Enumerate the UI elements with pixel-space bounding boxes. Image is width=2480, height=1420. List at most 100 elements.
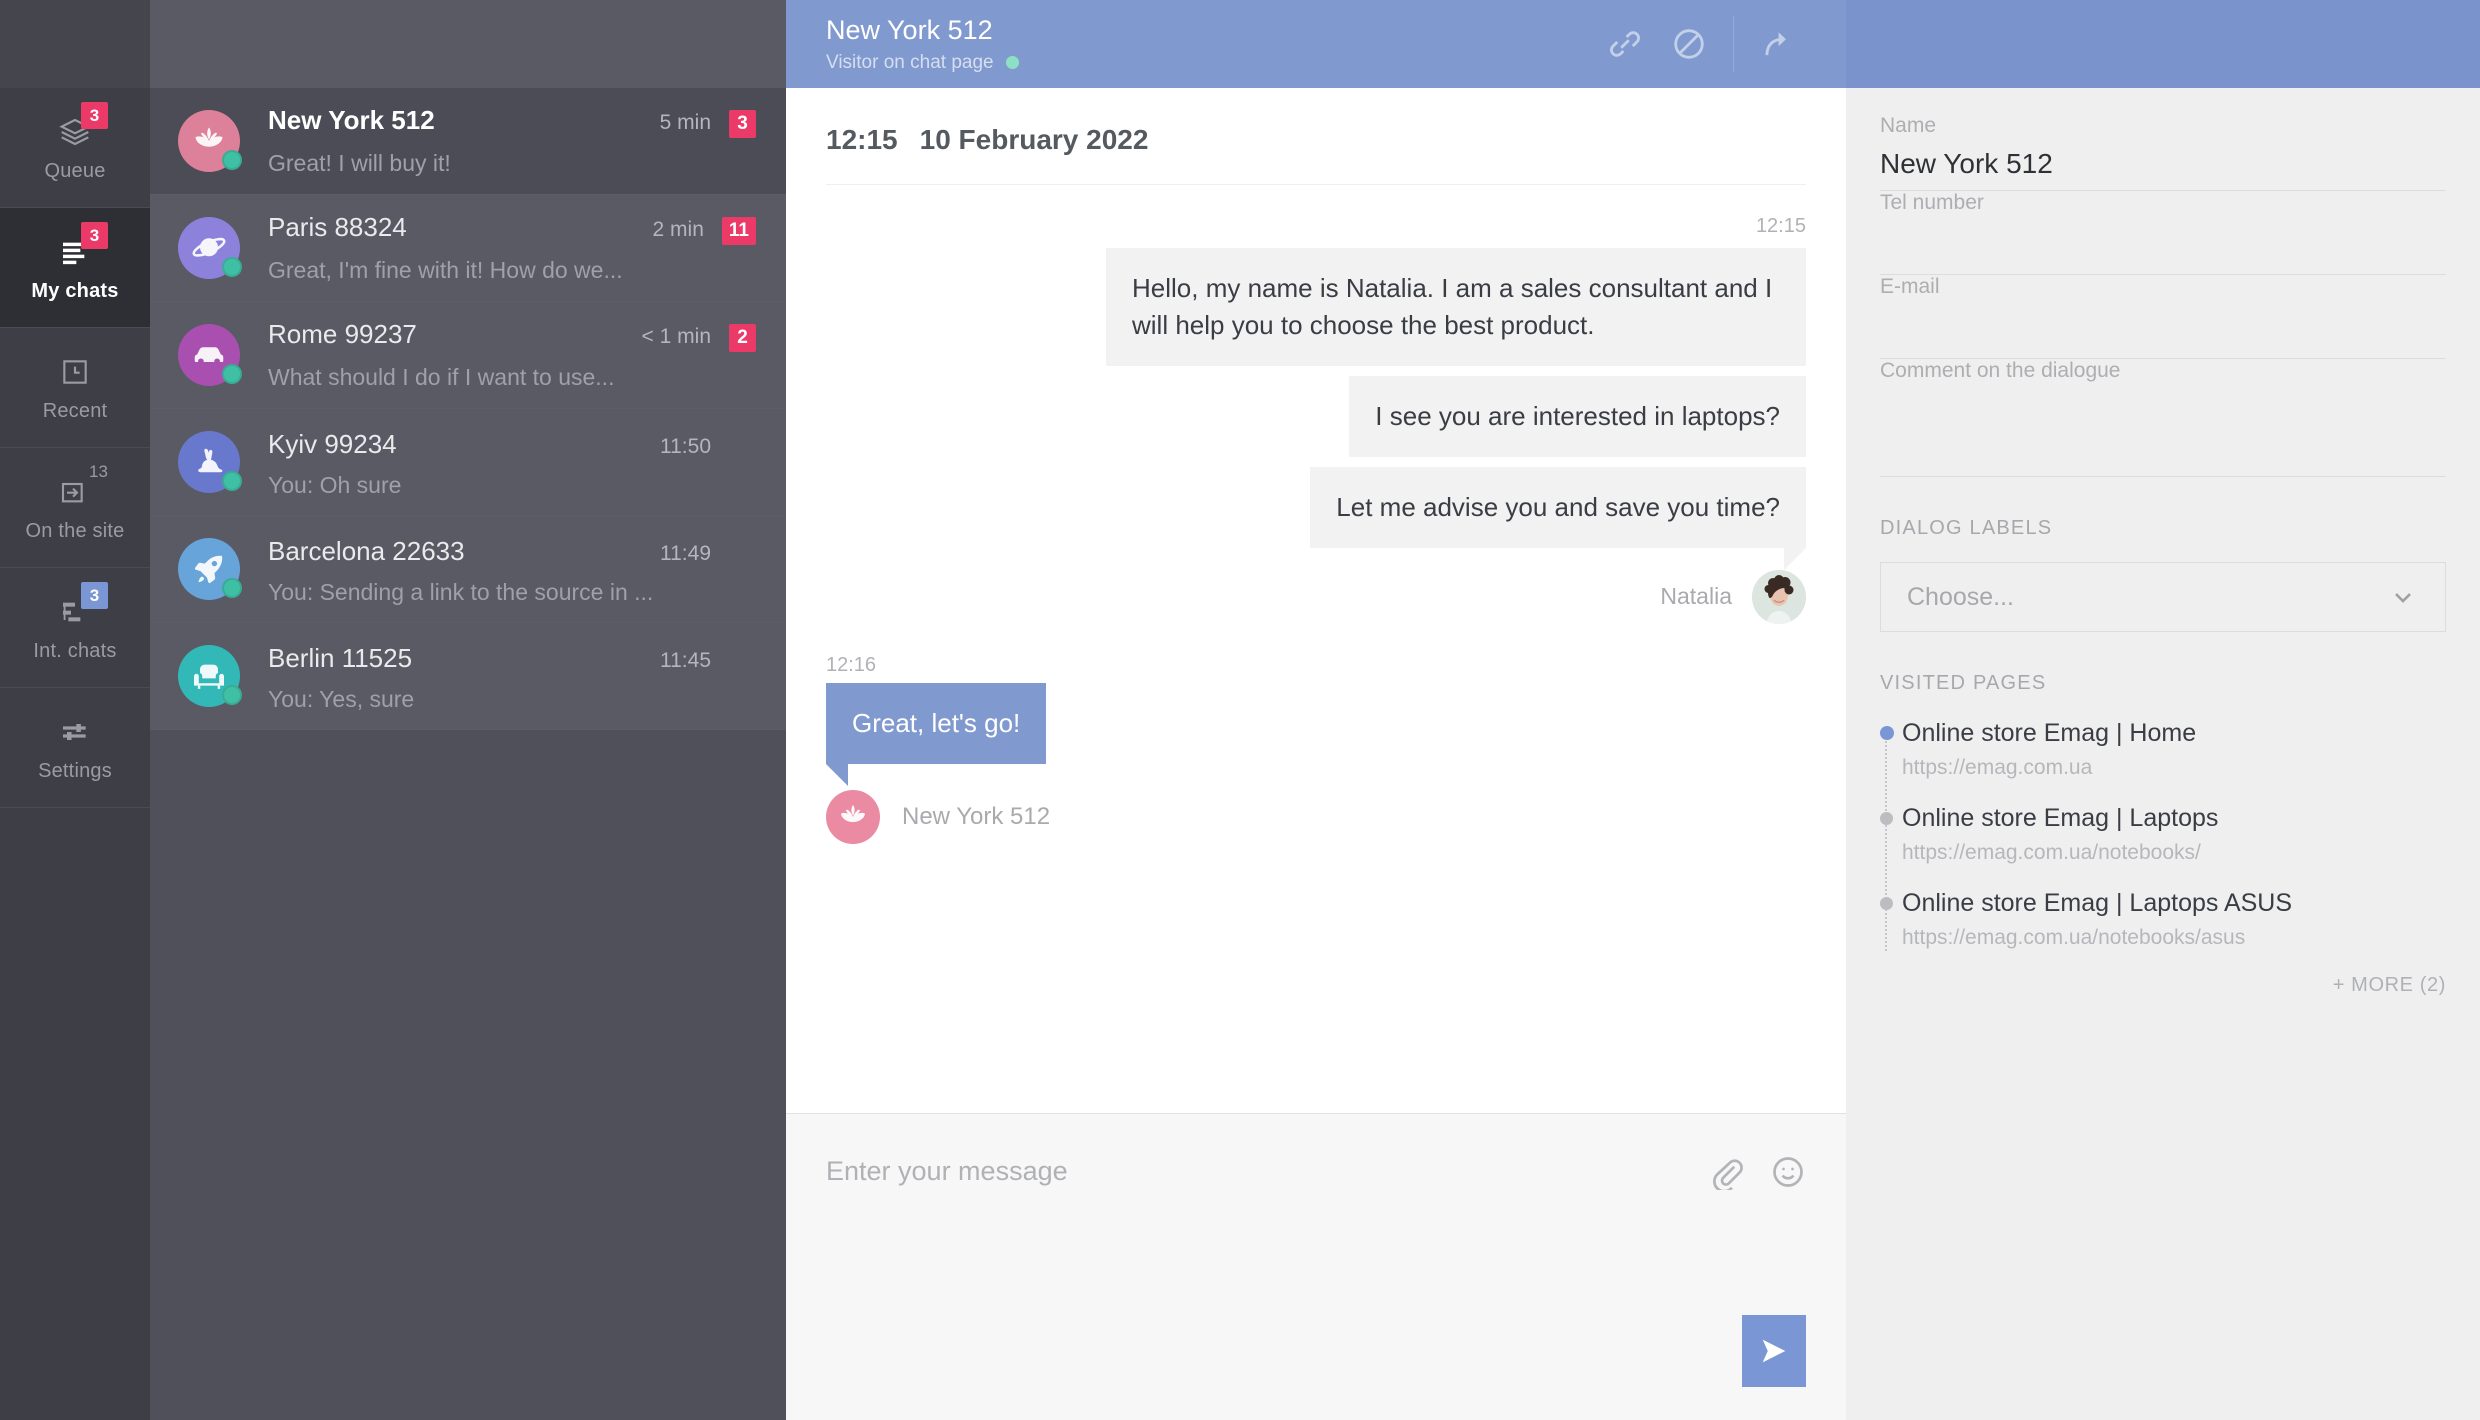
sidebar-label-int-chats: Int. chats	[33, 640, 117, 662]
nav-icon-wrap	[57, 712, 93, 752]
sidebar-label-recent: Recent	[42, 400, 108, 422]
sidebar-item-my-chats[interactable]: 3 My chats	[0, 208, 150, 328]
message-bubble: Hello, my name is Natalia. I am a sales …	[1106, 248, 1806, 366]
visitor-status: Visitor on chat page	[826, 52, 1593, 74]
chat-item-time: 11:49	[660, 542, 711, 565]
message-list: 12:15 10 February 2022 12:15 Hello, my n…	[786, 88, 1846, 1113]
dialog-labels-select[interactable]: Choose...	[1880, 562, 2446, 632]
chat-list-item[interactable]: Kyiv 99234 11:50 You: Oh sure	[150, 409, 786, 516]
composer-icons	[1708, 1154, 1806, 1190]
conversation-header-text: New York 512 Visitor on chat page	[826, 15, 1593, 74]
sidebar-item-queue[interactable]: 3 Queue	[0, 88, 150, 208]
chat-item-unread-badge: 3	[729, 110, 756, 138]
chat-item-preview: You: Sending a link to the source in ...	[268, 579, 654, 605]
nav-icon-wrap: 3	[57, 222, 108, 272]
ban-visitor-button[interactable]	[1657, 12, 1721, 76]
email-field[interactable]: E-mail	[1880, 275, 2446, 359]
visited-page-item[interactable]: Online store Emag | Home https://emag.co…	[1880, 719, 2446, 780]
chat-item-content: Kyiv 99234 11:50 You: Oh sure	[268, 425, 756, 499]
chat-list-item[interactable]: New York 512 5 min 3 Great! I will buy i…	[150, 88, 786, 195]
message-timestamp: 12:16	[826, 653, 877, 676]
sidebar-item-int-chats[interactable]: 3 Int. chats	[0, 568, 150, 688]
message-bubble: Let me advise you and save you time?	[1310, 466, 1806, 570]
avatar	[178, 538, 242, 600]
chat-item-unread-badge: 2	[729, 324, 756, 352]
header-divider	[1733, 16, 1734, 72]
visited-page-item[interactable]: Online store Emag | Laptops ASUS https:/…	[1880, 889, 2446, 950]
tel-number-field[interactable]: Tel number	[1880, 191, 2446, 275]
visited-page-url: https://emag.com.ua/notebooks/asus	[1902, 926, 2246, 949]
nav-icon-wrap	[57, 352, 93, 392]
chat-item-content: Rome 99237 < 1 min 2 What should I do if…	[268, 319, 756, 391]
chat-item-top-row: Barcelona 22633 11:49	[268, 532, 756, 567]
page-dot-icon	[1880, 726, 1894, 740]
name-field-value: New York 512	[1880, 148, 2053, 179]
conversation-header: New York 512 Visitor on chat page	[786, 0, 1846, 88]
chat-list: New York 512 5 min 3 Great! I will buy i…	[150, 88, 786, 1420]
chat-item-name: Kyiv 99234	[268, 429, 397, 459]
visited-page-title: Online store Emag | Home	[1902, 719, 2197, 747]
armchair-icon	[194, 664, 224, 689]
sidebar-badge-on-the-site: 13	[89, 461, 108, 481]
ban-icon	[1674, 29, 1704, 59]
forward-chat-button[interactable]	[1746, 12, 1810, 76]
visitor-info-panel: Name New York 512 Tel number E-mail Comm…	[1846, 0, 2480, 1420]
sidebar-item-on-the-site[interactable]: 13 On the site	[0, 448, 150, 568]
name-field[interactable]: Name New York 512	[1880, 114, 2446, 191]
send-button[interactable]	[1742, 1315, 1806, 1387]
page-dot-icon	[1880, 897, 1893, 910]
chat-item-top-row: Berlin 11525 11:45	[268, 639, 756, 674]
message-bubble: Great, let's go!	[826, 682, 1047, 786]
dialog-labels-title: DIALOG LABELS	[1880, 517, 2053, 539]
chat-list-item[interactable]: Rome 99237 < 1 min 2 What should I do if…	[150, 302, 786, 409]
show-more-pages-button[interactable]: + MORE (2)	[1902, 974, 2446, 997]
chat-item-content: Barcelona 22633 11:49 You: Sending a lin…	[268, 532, 756, 606]
attach-link-button[interactable]	[1593, 12, 1657, 76]
chat-item-name: Rome 99237	[268, 319, 417, 349]
message-group-agent: 12:15 Hello, my name is Natalia. I am a …	[826, 215, 1806, 624]
chat-list-item[interactable]: Barcelona 22633 11:49 You: Sending a lin…	[150, 516, 786, 623]
chat-item-time: 11:45	[660, 649, 711, 672]
avatar	[178, 110, 242, 172]
conversation-panel: New York 512 Visitor on chat page 12:15 …	[786, 0, 1846, 1420]
message-row: Let me advise you and save you time?	[826, 466, 1806, 570]
sidebar-item-settings[interactable]: Settings	[0, 688, 150, 808]
forward-icon	[1765, 32, 1786, 56]
message-input[interactable]	[826, 1154, 1684, 1187]
chat-item-unread-badge: 11	[721, 217, 756, 245]
visited-pages-title: VISITED PAGES	[1880, 672, 2047, 694]
smiley-icon[interactable]	[1770, 1154, 1806, 1190]
comment-field[interactable]: Comment on the dialogue	[1880, 359, 2446, 477]
online-indicator-icon	[1005, 56, 1019, 69]
sidebar-badge-my-chats: 3	[81, 222, 108, 249]
avatar	[178, 324, 242, 386]
paperclip-icon[interactable]	[1708, 1154, 1744, 1190]
day-date: 10 February 2022	[919, 124, 1149, 155]
visited-pages-list: Online store Emag | Home https://emag.co…	[1880, 719, 2446, 997]
sidebar-item-recent[interactable]: Recent	[0, 328, 150, 448]
sidebar-label-my-chats: My chats	[31, 280, 119, 302]
online-status-dot	[222, 150, 242, 170]
chat-item-time: < 1 min	[641, 325, 711, 348]
nav-icon-wrap: 13	[57, 462, 108, 512]
planet-icon	[192, 237, 226, 257]
message-sender: New York 512	[826, 789, 1806, 844]
day-separator: 12:15 10 February 2022	[826, 88, 1806, 185]
message-timestamp: 12:15	[1755, 215, 1806, 237]
send-icon	[1762, 1339, 1786, 1363]
nav-icon-wrap: 3	[57, 582, 108, 632]
day-time: 12:15	[826, 124, 898, 155]
chat-item-preview: Great, I'm fine with it! How do we...	[268, 257, 623, 283]
chat-list-header	[150, 0, 786, 88]
chat-list-item[interactable]: Berlin 11525 11:45 You: Yes, sure	[150, 623, 786, 730]
visited-page-url: https://emag.com.ua/notebooks/	[1902, 841, 2201, 864]
header-actions	[1593, 12, 1810, 76]
message-bubble: I see you are interested in laptops?	[1349, 375, 1806, 457]
nav-rail-spacer	[0, 0, 150, 88]
visited-page-item[interactable]: Online store Emag | Laptops https://emag…	[1880, 804, 2446, 865]
chat-list-item[interactable]: Paris 88324 2 min 11 Great, I'm fine wit…	[150, 195, 786, 302]
message-composer	[786, 1113, 1846, 1420]
chat-item-name: Berlin 11525	[268, 643, 413, 673]
agent-avatar	[1752, 569, 1806, 624]
clock-icon	[63, 360, 87, 384]
